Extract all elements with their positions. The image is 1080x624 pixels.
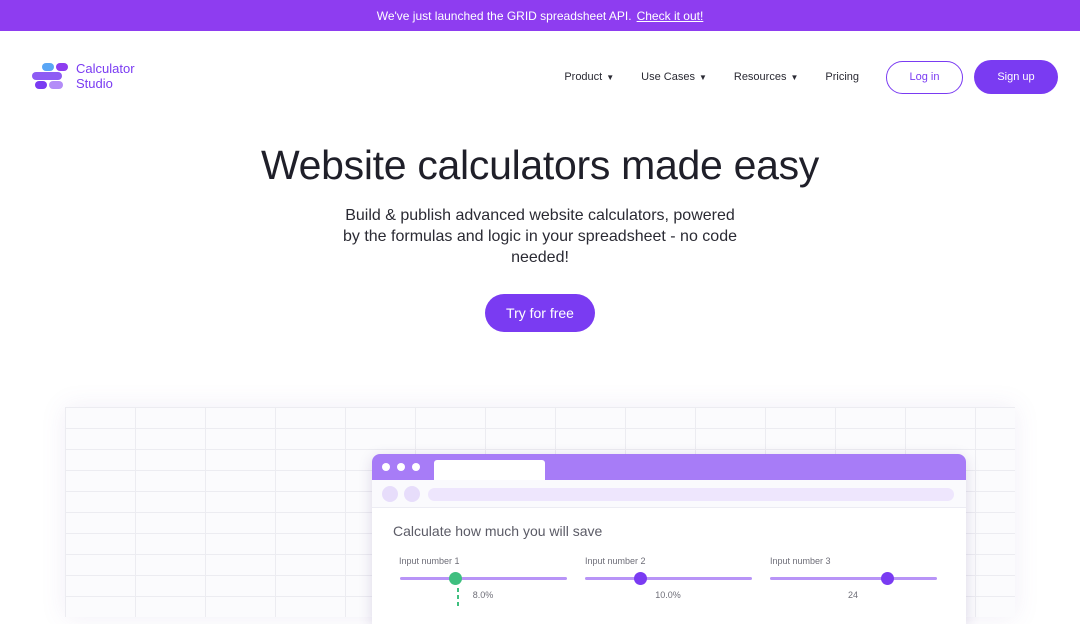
logo[interactable]: Calculator Studio <box>32 61 135 91</box>
input-1-label: Input number 1 <box>399 556 460 566</box>
browser-header <box>372 454 966 480</box>
logo-text: Calculator Studio <box>76 61 135 91</box>
nav-pricing-label: Pricing <box>825 71 859 83</box>
nav-circle-icon <box>382 486 398 502</box>
nav-product-label: Product <box>564 71 603 83</box>
input-2-label: Input number 2 <box>585 556 646 566</box>
main-nav: Product ▼ Use Cases ▼ Resources ▼ Pricin… <box>564 60 1058 94</box>
input-2-value: 10.0% <box>655 590 681 600</box>
try-for-free-button[interactable]: Try for free <box>485 294 595 332</box>
input-3-label: Input number 3 <box>770 556 831 566</box>
input-2-slider-track <box>585 577 752 580</box>
hero-title: Website calculators made easy <box>261 142 819 188</box>
signup-button[interactable]: Sign up <box>974 60 1058 94</box>
nav-use-cases[interactable]: Use Cases ▼ <box>641 71 707 83</box>
input-3-value: 24 <box>847 590 858 600</box>
announcement-text: We've just launched the GRID spreadsheet… <box>376 8 632 23</box>
hero-subtitle: Build & publish advanced website calcula… <box>342 207 737 266</box>
browser-mockup: Calculate how much you will save Input n… <box>372 454 966 624</box>
chevron-down-icon: ▼ <box>790 72 799 82</box>
chevron-down-icon: ▼ <box>606 72 615 82</box>
chevron-down-icon: ▼ <box>698 72 707 82</box>
nav-use-cases-label: Use Cases <box>641 71 695 83</box>
nav-product[interactable]: Product ▼ <box>564 71 614 83</box>
logo-line-1: Calculator <box>76 61 135 76</box>
nav-circle-icon <box>404 486 420 502</box>
browser-address-row <box>372 480 966 508</box>
announcement-link[interactable]: Check it out! <box>637 9 704 23</box>
window-dot-icon <box>412 463 420 471</box>
browser-tab <box>434 460 545 480</box>
input-2-slider-handle <box>634 572 647 585</box>
input-3-slider-track <box>770 577 937 580</box>
login-button[interactable]: Log in <box>886 60 963 94</box>
address-bar <box>428 488 954 501</box>
nav-resources-label: Resources <box>733 71 787 83</box>
input-1-slider-handle <box>449 572 462 585</box>
calculator-studio-logo-icon <box>32 61 70 91</box>
window-dot-icon <box>382 463 390 471</box>
nav-pricing[interactable]: Pricing <box>825 71 859 83</box>
nav-resources[interactable]: Resources ▼ <box>734 71 799 83</box>
window-dot-icon <box>397 463 405 471</box>
input-1-slider-track <box>400 577 567 580</box>
input-3-slider-handle <box>881 572 894 585</box>
calculator-title: Calculate how much you will save <box>393 523 603 539</box>
logo-line-2: Studio <box>76 76 113 91</box>
announcement-bar: We've just launched the GRID spreadsheet… <box>0 0 1080 31</box>
input-1-value: 8.0% <box>472 590 494 600</box>
